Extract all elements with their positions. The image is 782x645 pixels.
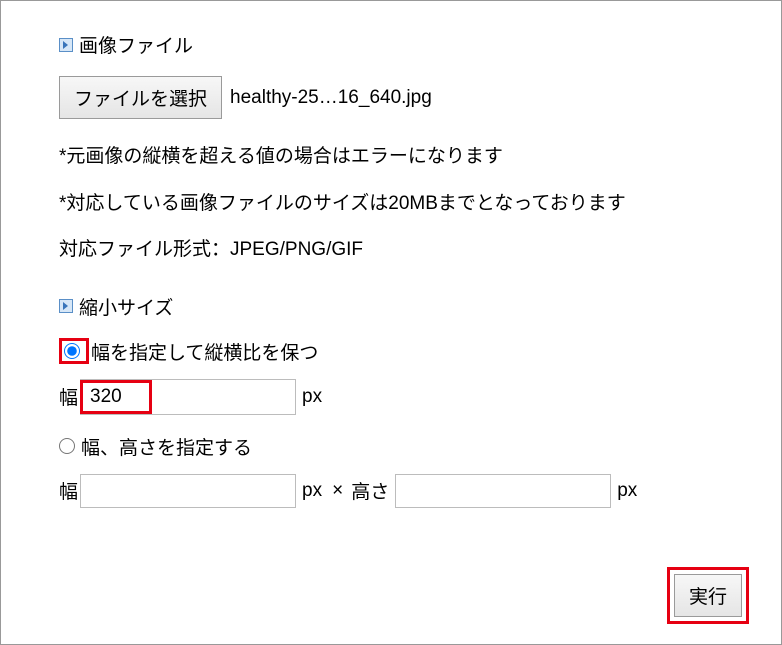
width-input-2[interactable] [80, 474, 296, 508]
radio-keep-aspect[interactable] [64, 343, 80, 359]
unit-px: px [302, 386, 322, 408]
height-input-2[interactable] [395, 474, 611, 508]
highlight-marker [59, 338, 89, 364]
section-title-image-file: 画像ファイル [79, 31, 193, 58]
unit-px: px [617, 480, 637, 502]
highlight-marker: 実行 [667, 567, 749, 624]
selected-file-name: healthy-25…16_640.jpg [230, 87, 432, 109]
submit-button[interactable]: 実行 [674, 574, 742, 617]
arrow-square-icon [59, 38, 73, 52]
note-max-size: *対応している画像ファイルのサイズは20MBまでとなっております [59, 190, 731, 219]
times-symbol: × [332, 480, 343, 502]
radio-width-height-label: 幅、高さを指定する [81, 433, 252, 460]
arrow-square-icon [59, 299, 73, 313]
highlight-marker [80, 380, 152, 414]
choose-file-button[interactable]: ファイルを選択 [59, 76, 222, 119]
radio-width-height[interactable] [59, 438, 75, 454]
width-input-wrapper-1 [80, 379, 296, 415]
radio-keep-aspect-label: 幅を指定して縦横比を保つ [91, 338, 318, 365]
note-oversize-error: *元画像の縦横を超える値の場合はエラーになります [59, 143, 731, 172]
note-supported-formats: 対応ファイル形式：JPEG/PNG/GIF [59, 236, 731, 265]
width-label-2: 幅 [59, 477, 78, 504]
height-label-2: 高さ [351, 477, 389, 504]
section-title-resize: 縮小サイズ [79, 293, 173, 320]
width-label-1: 幅 [59, 383, 78, 410]
unit-px: px [302, 480, 322, 502]
width-input-1[interactable] [86, 384, 146, 410]
